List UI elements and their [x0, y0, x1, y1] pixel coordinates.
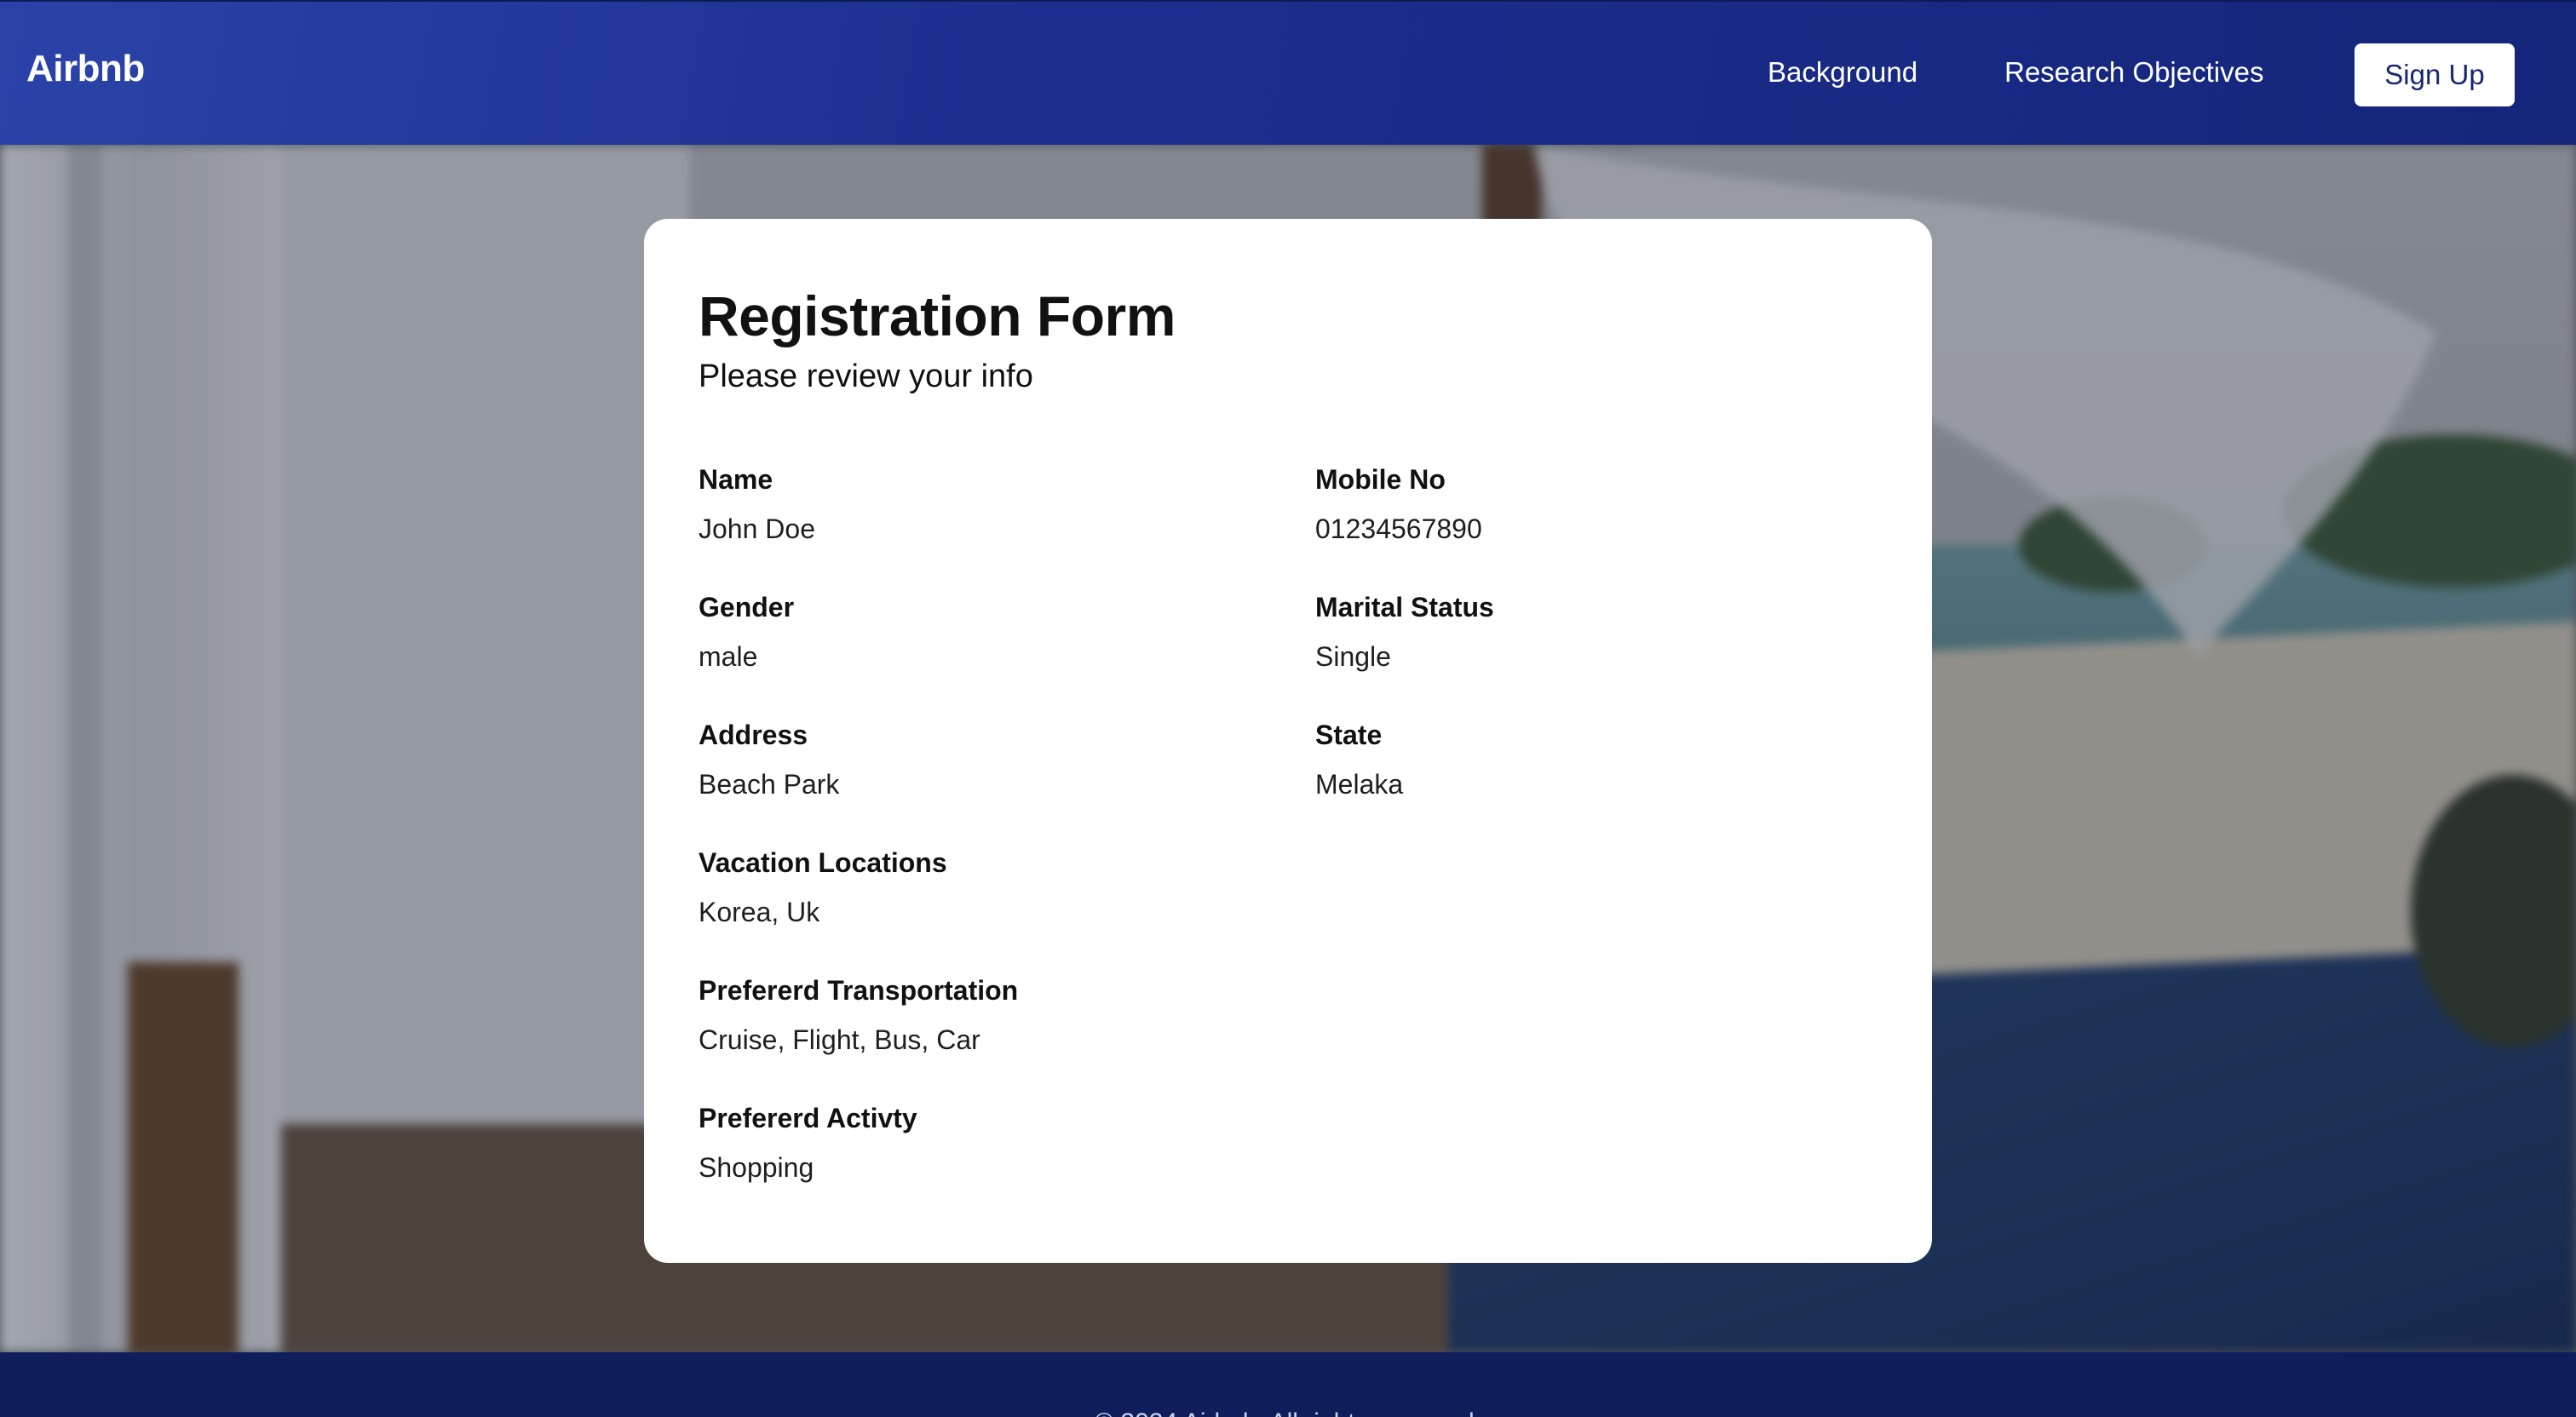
- field-gender: Gender male: [699, 590, 794, 674]
- page-footer: © 2024 Airbnb. All rights reserved.: [0, 1352, 2576, 1417]
- field-activity-value: Shopping: [699, 1152, 814, 1183]
- field-activity: Prefererd Activty Shopping: [699, 1101, 917, 1185]
- field-vacation-locations-label: Vacation Locations: [699, 847, 947, 878]
- field-transportation: Prefererd Transportation Cruise, Flight,…: [699, 973, 1018, 1057]
- top-navbar: Airbnb Background Research Objectives Si…: [0, 0, 2576, 145]
- field-mobile-label: Mobile No: [1315, 464, 1446, 495]
- registration-review-card: Registration Form Please review your inf…: [644, 219, 1932, 1263]
- nav-link-background[interactable]: Background: [1768, 56, 1918, 89]
- field-marital-status-value: Single: [1315, 641, 1391, 672]
- field-gender-value: male: [699, 641, 758, 672]
- field-mobile-value: 01234567890: [1315, 513, 1482, 544]
- field-address-label: Address: [699, 720, 808, 750]
- form-title: Registration Form: [699, 284, 1176, 347]
- field-mobile: Mobile No 01234567890: [1315, 462, 1482, 546]
- form-subtitle: Please review your info: [699, 359, 1033, 394]
- field-vacation-locations: Vacation Locations Korea, Uk: [699, 846, 947, 929]
- field-marital-status-label: Marital Status: [1315, 592, 1494, 622]
- field-state-label: State: [1315, 720, 1383, 750]
- field-vacation-locations-value: Korea, Uk: [699, 897, 820, 927]
- sign-up-button[interactable]: Sign Up: [2355, 43, 2515, 106]
- footer-copyright: © 2024 Airbnb. All rights reserved.: [0, 1408, 2576, 1417]
- field-state-value: Melaka: [1315, 769, 1404, 800]
- field-address-value: Beach Park: [699, 769, 840, 800]
- field-name-value: John Doe: [699, 513, 815, 544]
- brand-logo[interactable]: Airbnb: [26, 48, 145, 90]
- nav-link-research-objectives[interactable]: Research Objectives: [2004, 56, 2263, 89]
- field-state: State Melaka: [1315, 718, 1403, 801]
- field-name: Name John Doe: [699, 462, 815, 546]
- field-name-label: Name: [699, 464, 773, 495]
- field-activity-label: Prefererd Activty: [699, 1103, 917, 1133]
- field-address: Address Beach Park: [699, 718, 839, 801]
- field-transportation-label: Prefererd Transportation: [699, 975, 1019, 1006]
- field-marital-status: Marital Status Single: [1315, 590, 1494, 674]
- field-gender-label: Gender: [699, 592, 795, 622]
- field-transportation-value: Cruise, Flight, Bus, Car: [699, 1024, 980, 1055]
